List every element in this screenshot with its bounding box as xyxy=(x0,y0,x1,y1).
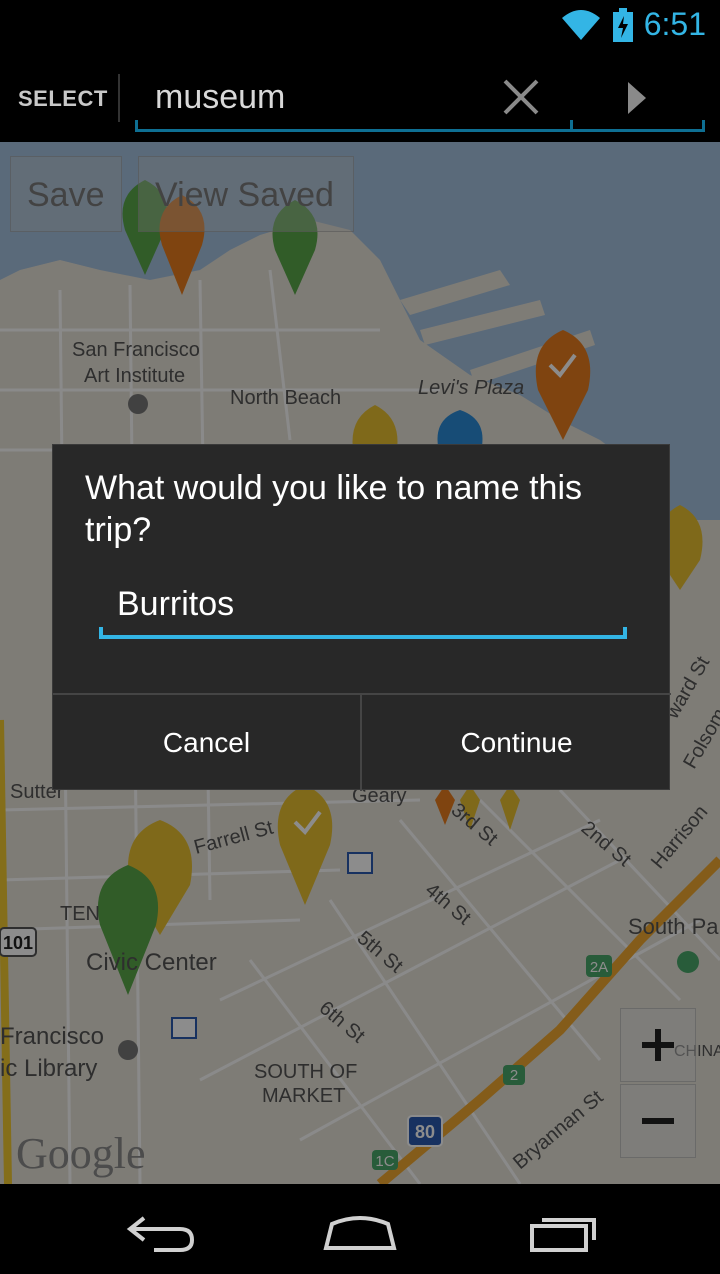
trip-name-value[interactable]: Burritos xyxy=(117,585,234,624)
action-bar: SELECT museum xyxy=(0,50,720,142)
continue-button[interactable]: Continue xyxy=(362,695,671,791)
input-underline xyxy=(99,635,627,639)
close-icon[interactable] xyxy=(500,76,542,122)
battery-charging-icon xyxy=(612,8,634,46)
name-trip-dialog: What would you like to name this trip? B… xyxy=(52,444,671,791)
status-bar: 6:51 xyxy=(0,0,720,50)
cancel-button[interactable]: Cancel xyxy=(53,695,360,791)
recent-apps-icon[interactable] xyxy=(528,1210,600,1258)
back-icon[interactable] xyxy=(124,1212,196,1256)
select-button[interactable]: SELECT xyxy=(18,86,108,112)
navigation-bar xyxy=(0,1184,720,1274)
wifi-icon xyxy=(560,8,602,46)
search-underline xyxy=(135,129,705,132)
trip-name-input[interactable]: Burritos xyxy=(99,585,627,641)
home-icon[interactable] xyxy=(322,1212,398,1256)
status-time: 6:51 xyxy=(643,6,706,42)
action-bar-divider xyxy=(118,74,120,122)
dialog-title: What would you like to name this trip? xyxy=(85,469,583,549)
play-arrow-icon[interactable] xyxy=(624,80,650,120)
search-input[interactable]: museum xyxy=(155,78,285,117)
